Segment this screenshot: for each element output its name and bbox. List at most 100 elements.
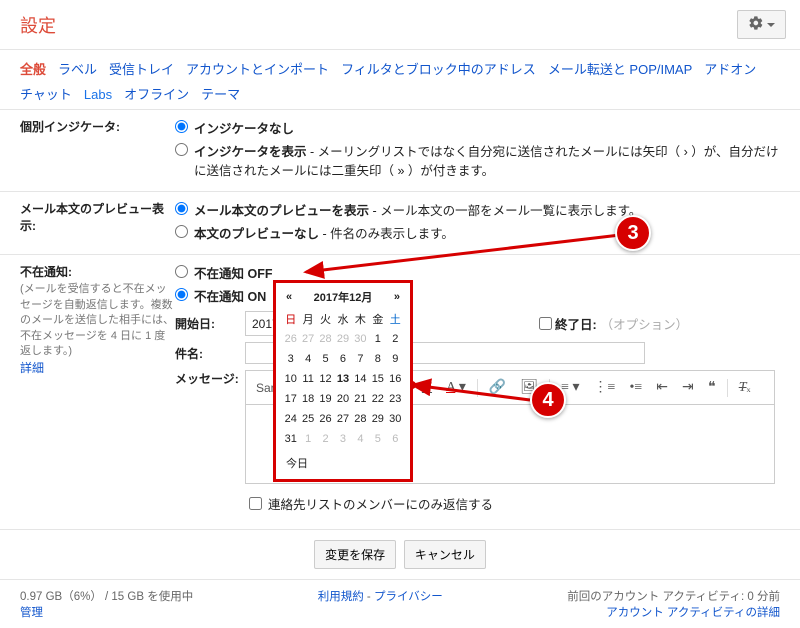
cal-day[interactable]: 4 [352,429,369,449]
cal-prev-button[interactable]: « [286,291,292,303]
cal-day[interactable]: 18 [299,389,316,409]
tab-テーマ[interactable]: テーマ [201,87,240,102]
quote-button[interactable]: ❝ [702,375,722,400]
cal-day[interactable]: 2 [387,329,404,349]
indicator-show-label: インジケータを表示 [194,145,307,159]
indicator-none-radio[interactable] [175,120,188,133]
cal-day[interactable]: 20 [334,389,351,409]
cal-day[interactable]: 19 [317,389,334,409]
cal-dow: 土 [387,309,404,329]
callout-3: 3 [615,215,651,251]
callout-4: 4 [530,382,566,418]
tab-メール転送と POP/IMAP[interactable]: メール転送と POP/IMAP [548,62,692,77]
cal-next-button[interactable]: » [394,291,400,303]
cal-dow: 木 [352,309,369,329]
cal-day[interactable]: 30 [387,409,404,429]
cal-day[interactable]: 26 [317,409,334,429]
cal-day[interactable]: 26 [282,329,299,349]
clear-format-button[interactable]: Tₓ [733,376,757,400]
cal-day[interactable]: 5 [369,429,386,449]
subject-label: 件名: [175,345,245,362]
tab-Labs[interactable]: Labs [84,87,112,102]
terms-link[interactable]: 利用規約 [318,591,364,603]
cal-day[interactable]: 31 [282,429,299,449]
preview-none-label: 本文のプレビューなし [194,227,319,241]
cal-day[interactable]: 10 [282,369,299,389]
cal-day[interactable]: 12 [317,369,334,389]
end-date-label: 終了日: [555,314,597,333]
outdent-button[interactable]: ⇤ [650,375,674,400]
cal-dow: 水 [334,309,351,329]
cal-month-label: 2017年12月 [314,289,373,305]
vacation-section-title: 不在通知: [20,263,175,280]
vacation-detail-link[interactable]: 詳細 [20,361,44,375]
link-button[interactable]: 🔗 [483,375,512,400]
cal-day[interactable]: 3 [334,429,351,449]
privacy-link[interactable]: プライバシー [374,591,443,603]
indicator-show-radio[interactable] [175,143,188,156]
tab-全般[interactable]: 全般 [20,62,46,77]
cal-day[interactable]: 9 [387,349,404,369]
cal-day[interactable]: 29 [334,329,351,349]
contacts-only-checkbox[interactable] [249,497,262,510]
end-date-checkbox[interactable] [539,317,552,330]
unordered-list-button[interactable]: •≡ [623,376,648,400]
cal-today-button[interactable]: 今日 [282,453,404,473]
cal-day[interactable]: 30 [352,329,369,349]
cal-day[interactable]: 11 [299,369,316,389]
cal-day[interactable]: 27 [299,329,316,349]
tab-受信トレイ[interactable]: 受信トレイ [109,62,174,77]
preview-show-radio[interactable] [175,202,188,215]
cal-day[interactable]: 1 [299,429,316,449]
indicator-none-label: インジケータなし [194,122,294,136]
cal-dow: 月 [299,309,316,329]
settings-gear-button[interactable] [737,10,786,39]
cal-day[interactable]: 24 [282,409,299,429]
activity-text: 前回のアカウント アクティビティ: 0 分前 [567,591,780,603]
cal-day[interactable]: 5 [317,349,334,369]
cal-day[interactable]: 15 [369,369,386,389]
vacation-on-radio[interactable] [175,288,188,301]
tab-フィルタとブロック中のアドレス[interactable]: フィルタとブロック中のアドレス [341,62,536,77]
cal-day[interactable]: 1 [369,329,386,349]
cal-day[interactable]: 16 [387,369,404,389]
cal-day[interactable]: 27 [334,409,351,429]
tab-チャット[interactable]: チャット [20,87,72,102]
tab-ラベル[interactable]: ラベル [58,62,97,77]
cal-day[interactable]: 6 [387,429,404,449]
cal-day[interactable]: 21 [352,389,369,409]
indicators-section-title: 個別インジケータ: [20,118,175,183]
chevron-down-icon [767,23,775,27]
cal-day[interactable]: 7 [352,349,369,369]
text-color-button[interactable]: A ▾ [440,375,472,400]
cal-day[interactable]: 14 [352,369,369,389]
vacation-off-radio[interactable] [175,265,188,278]
cal-day[interactable]: 17 [282,389,299,409]
settings-tabs: 全般ラベル受信トレイアカウントとインポートフィルタとブロック中のアドレスメール転… [0,50,800,109]
activity-details-link[interactable]: アカウント アクティビティの詳細 [606,607,780,619]
cal-day[interactable]: 28 [352,409,369,429]
tab-アカウントとインポート[interactable]: アカウントとインポート [186,62,329,77]
save-button[interactable]: 変更を保存 [314,540,396,569]
cal-day[interactable]: 23 [387,389,404,409]
cal-day[interactable]: 6 [334,349,351,369]
datepicker-popup[interactable]: « 2017年12月 » 日月火水木金土 2627282930123456789… [273,280,413,482]
cal-day[interactable]: 3 [282,349,299,369]
cal-day[interactable]: 4 [299,349,316,369]
underline-button[interactable]: U [416,376,438,400]
cal-day[interactable]: 22 [369,389,386,409]
preview-none-radio[interactable] [175,225,188,238]
tab-アドオン[interactable]: アドオン [704,62,756,77]
cal-day[interactable]: 8 [369,349,386,369]
cal-day[interactable]: 13 [334,369,351,389]
tab-オフライン[interactable]: オフライン [124,87,189,102]
cal-day[interactable]: 25 [299,409,316,429]
cal-day[interactable]: 2 [317,429,334,449]
ordered-list-button[interactable]: ⋮≡ [588,375,622,400]
storage-manage-link[interactable]: 管理 [20,607,43,619]
preview-show-label: メール本文のプレビューを表示 [194,204,369,218]
indent-button[interactable]: ⇥ [676,375,700,400]
cal-day[interactable]: 28 [317,329,334,349]
cal-day[interactable]: 29 [369,409,386,429]
cancel-button[interactable]: キャンセル [404,540,486,569]
